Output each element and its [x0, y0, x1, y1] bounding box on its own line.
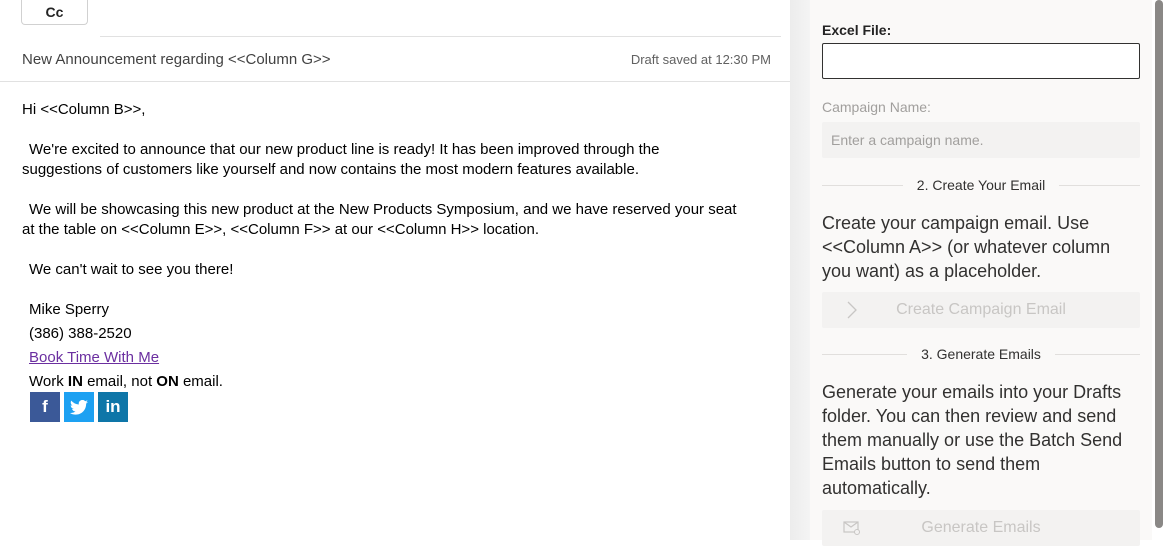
signature-name: Mike Sperry — [29, 301, 110, 318]
greeting: Hi <<Column B>>, — [22, 101, 146, 118]
generate-emails-button[interactable]: Generate Emails — [822, 510, 1140, 546]
facebook-icon[interactable]: f — [30, 392, 60, 422]
create-campaign-email-button[interactable]: Create Campaign Email — [822, 292, 1140, 328]
paragraph-1-line-1: We're excited to announce that our new p… — [29, 141, 660, 158]
addin-task-pane: Excel File: Campaign Name: Enter a campa… — [810, 0, 1152, 546]
excel-file-input[interactable] — [822, 43, 1140, 79]
divider — [822, 184, 903, 186]
excel-file-label: Excel File: — [822, 22, 892, 38]
generate-emails-label: Generate Emails — [921, 519, 1041, 536]
subject-field[interactable]: New Announcement regarding <<Column G>> — [22, 51, 331, 68]
book-time-link[interactable]: Book Time With Me — [29, 348, 159, 368]
paragraph-2-line-1: We will be showcasing this new product a… — [29, 201, 737, 218]
linkedin-icon[interactable]: in — [98, 392, 128, 422]
step-3-title: 3. Generate Emails — [921, 346, 1041, 362]
mail-settings-icon — [822, 521, 882, 535]
compose-pane: Cc New Announcement regarding <<Column G… — [0, 0, 790, 540]
step-2-title: 2. Create Your Email — [916, 177, 1046, 193]
chevron-right-icon — [822, 301, 882, 319]
step-3-description: Generate your emails into your Drafts fo… — [822, 382, 1123, 498]
step-3-header: 3. Generate Emails — [822, 344, 1140, 364]
campaign-name-input[interactable]: Enter a campaign name. — [822, 122, 1140, 158]
signature-tagline: Work IN email, not ON email. — [29, 372, 223, 392]
tagline-on: ON — [156, 373, 179, 390]
twitter-icon[interactable] — [64, 392, 94, 422]
signature-phone: (386) 388-2520 — [29, 325, 132, 342]
paragraph-1-line-2: suggestions of customers like yourself a… — [22, 161, 639, 178]
subject-row[interactable]: New Announcement regarding <<Column G>> … — [0, 37, 790, 82]
tagline-work: Work — [29, 373, 68, 390]
campaign-name-label: Campaign Name: — [822, 99, 931, 115]
pane-divider — [790, 0, 810, 540]
social-links: f in — [30, 392, 128, 422]
divider — [822, 353, 908, 355]
divider — [1054, 353, 1140, 355]
scrollbar-thumb[interactable] — [1155, 0, 1163, 528]
tagline-end: email. — [178, 373, 223, 390]
step-2-description: Create your campaign email. Use <<Column… — [822, 213, 1111, 281]
create-campaign-email-label: Create Campaign Email — [896, 301, 1066, 318]
tagline-mid: email, not — [82, 373, 157, 390]
draft-status: Draft saved at 12:30 PM — [630, 52, 771, 67]
step-2-header: 2. Create Your Email — [822, 175, 1140, 195]
paragraph-3: We can't wait to see you there! — [29, 261, 234, 278]
divider — [1059, 184, 1140, 186]
tagline-in: IN — [67, 373, 83, 390]
cc-button[interactable]: Cc — [21, 0, 88, 25]
paragraph-2-line-2: at the table on <<Column E>>, <<Column F… — [22, 221, 539, 238]
